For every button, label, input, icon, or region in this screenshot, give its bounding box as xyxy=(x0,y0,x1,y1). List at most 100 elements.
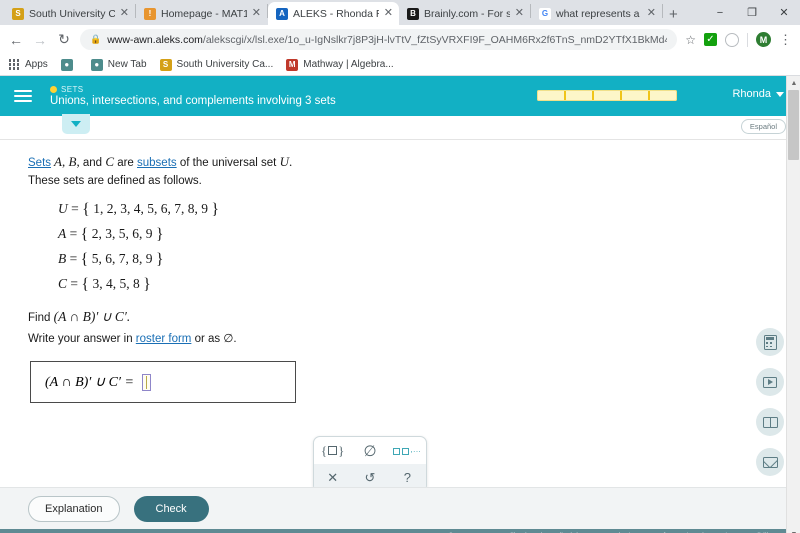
reload-button[interactable]: ↻ xyxy=(56,31,72,48)
write-suffix: or as ∅. xyxy=(191,332,237,345)
subject-label: SETS xyxy=(61,85,84,94)
find-instruction: Find (A ∩ B)′ ∪ C′. xyxy=(28,307,800,328)
new-tab-button[interactable]: + xyxy=(669,7,678,22)
roster-form-link[interactable]: roster form xyxy=(136,333,192,345)
tab-close-icon[interactable]: ✕ xyxy=(515,8,524,19)
profile-avatar[interactable]: M xyxy=(756,32,771,47)
calculator-button[interactable] xyxy=(756,328,784,356)
play-video-icon xyxy=(763,376,777,388)
tab-close-icon[interactable]: ✕ xyxy=(252,8,261,19)
empty-set-button[interactable]: ∅ xyxy=(351,437,388,464)
set-braces-icon: {} xyxy=(320,442,345,458)
user-menu[interactable]: Rhonda xyxy=(732,88,784,100)
browser-tab-0[interactable]: S South University Campu ✕ xyxy=(4,2,135,25)
bookmark-label: New Tab xyxy=(107,59,147,70)
problem-intro-line-2: These sets are defined as follows. xyxy=(28,174,202,187)
write-instruction: Write your answer in roster form or as ∅… xyxy=(28,331,800,349)
globe-icon: ● xyxy=(60,58,73,71)
reference-button[interactable] xyxy=(756,408,784,436)
minimize-button[interactable]: − xyxy=(704,0,736,25)
video-button[interactable] xyxy=(756,368,784,396)
answer-input-box[interactable]: (A ∩ B)′ ∪ C′ = xyxy=(30,361,296,404)
tab-close-icon[interactable]: ✕ xyxy=(384,8,393,19)
subsets-link[interactable]: subsets xyxy=(137,157,177,169)
mathway-icon: M xyxy=(286,58,299,71)
set-definition-row: U = { 1, 2, 3, 4, 5, 6, 7, 8, 9 } xyxy=(58,200,219,218)
browser-tab-2-active[interactable]: A ALEKS - Rhonda Rose - L ✕ xyxy=(268,2,399,25)
set-elements: 3, 4, 5, 8 xyxy=(92,275,140,291)
extension-green-icon[interactable]: ✓ xyxy=(704,33,717,46)
bookmark-mathway[interactable]: M Mathway | Algebra... xyxy=(286,58,394,71)
set-definition-row: B = { 5, 6, 7, 8, 9 } xyxy=(58,250,164,268)
tab-close-icon[interactable]: ✕ xyxy=(647,8,656,19)
answer-prompt-text: (A ∩ B)′ ∪ C′ = xyxy=(45,374,134,390)
toolbar-divider xyxy=(747,32,748,47)
expand-panel-button[interactable] xyxy=(62,114,90,134)
write-prefix: Write your answer in xyxy=(28,332,136,345)
bookmark-new-tab[interactable]: ● New Tab xyxy=(90,58,147,71)
set-definition-row: C = { 3, 4, 5, 8 } xyxy=(58,275,151,293)
maximize-button[interactable]: ❐ xyxy=(736,0,768,25)
back-button[interactable]: ← xyxy=(8,32,24,48)
user-name: Rhonda xyxy=(732,88,771,100)
bookmark-globe-1[interactable]: ● xyxy=(60,58,78,71)
find-expression: (A ∩ B)′ ∪ C′. xyxy=(53,308,131,324)
problem-intro-line-1: Sets A, B, and C are subsets of the univ… xyxy=(28,154,293,169)
url-path: /alekscgi/x/lsl.exe/1o_u-IgNslkr7j8P3jH-… xyxy=(202,33,668,46)
answer-input-cursor[interactable] xyxy=(141,373,151,391)
scrollbar-thumb[interactable] xyxy=(788,90,799,160)
scroll-up-icon[interactable]: ▲ xyxy=(787,76,800,90)
tab-title: Brainly.com - For studen xyxy=(424,7,510,20)
tab-close-icon[interactable]: ✕ xyxy=(120,8,129,19)
tab-separator xyxy=(662,3,663,18)
forward-button[interactable]: → xyxy=(32,32,48,48)
bookmark-south-university[interactable]: S South University Ca... xyxy=(159,58,273,71)
bookmarks-bar: Apps ● ● New Tab S South University Ca..… xyxy=(0,54,800,76)
browser-tab-strip: S South University Campu ✕ ! Homepage - … xyxy=(0,0,800,25)
keypad-row-top: {} ∅ ,... xyxy=(314,437,426,464)
set-elements: 2, 3, 5, 6, 9 xyxy=(91,225,153,241)
bookmark-apps[interactable]: Apps xyxy=(8,59,48,71)
set-definitions: U = { 1, 2, 3, 4, 5, 6, 7, 8, 9 } A = { … xyxy=(58,201,800,294)
envelope-icon xyxy=(762,456,778,468)
extension-gray-icon[interactable] xyxy=(725,32,739,47)
screen: S South University Campu ✕ ! Homepage - … xyxy=(0,0,800,533)
window-controls: − ❐ ✕ xyxy=(704,0,800,25)
browser-tab-3[interactable]: B Brainly.com - For studen ✕ xyxy=(399,2,530,25)
address-bar[interactable]: 🔒 www-awn.aleks.com/alekscgi/x/lsl.exe/1… xyxy=(80,29,678,50)
apps-grid-icon xyxy=(8,59,20,71)
set-definition-row: A = { 2, 3, 5, 6, 9 } xyxy=(58,225,164,243)
copyright-bar: © 2019 McGraw-Hill Education. All Rights… xyxy=(0,529,786,533)
lock-icon: 🔒 xyxy=(90,34,102,44)
roster-list-button[interactable]: ,... xyxy=(389,437,426,464)
page-viewport: SETS Unions, intersections, and compleme… xyxy=(0,76,800,533)
url-text: www-awn.aleks.com/alekscgi/x/lsl.exe/1o_… xyxy=(107,34,667,46)
browser-tab-4[interactable]: G what represents a form o ✕ xyxy=(531,2,662,25)
close-window-button[interactable]: ✕ xyxy=(768,0,800,25)
tab-title: South University Campu xyxy=(29,7,115,20)
set-elements: 1, 2, 3, 4, 5, 6, 7, 8, 9 xyxy=(93,200,208,216)
browser-toolbar: ← → ↻ 🔒 www-awn.aleks.com/alekscgi/x/lsl… xyxy=(0,25,800,54)
message-button[interactable] xyxy=(756,448,784,476)
tab-favicon-google-icon: G xyxy=(539,7,551,20)
explanation-button[interactable]: Explanation xyxy=(28,495,120,522)
scroll-down-icon[interactable]: ▼ xyxy=(787,527,800,533)
aleks-header: SETS Unions, intersections, and compleme… xyxy=(0,76,800,116)
page-title: Unions, intersections, and complements i… xyxy=(50,95,336,107)
bookmark-star-icon[interactable]: ☆ xyxy=(685,33,696,47)
set-braces-button[interactable]: {} xyxy=(314,437,351,464)
check-button[interactable]: Check xyxy=(133,495,209,522)
hamburger-menu-icon[interactable] xyxy=(14,90,32,102)
set-elements: 5, 6, 7, 8, 9 xyxy=(91,250,153,266)
espanol-button[interactable]: Español xyxy=(740,119,786,134)
progress-bar xyxy=(537,90,677,101)
browser-tab-1[interactable]: ! Homepage - MAT1500 C ✕ xyxy=(136,2,267,25)
tab-title: Homepage - MAT1500 C xyxy=(161,7,247,20)
action-bar: Explanation Check xyxy=(0,487,786,529)
math-keypad: {} ∅ ,... ✕ ↺ ? xyxy=(313,436,427,492)
problem-content: Sets A, B, and C are subsets of the univ… xyxy=(0,140,800,492)
browser-menu-icon[interactable]: ⋮ xyxy=(779,33,792,46)
empty-set-icon: ∅ xyxy=(363,442,377,460)
sets-link[interactable]: Sets xyxy=(28,157,51,169)
page-scrollbar[interactable]: ▲ ▼ xyxy=(786,76,800,533)
